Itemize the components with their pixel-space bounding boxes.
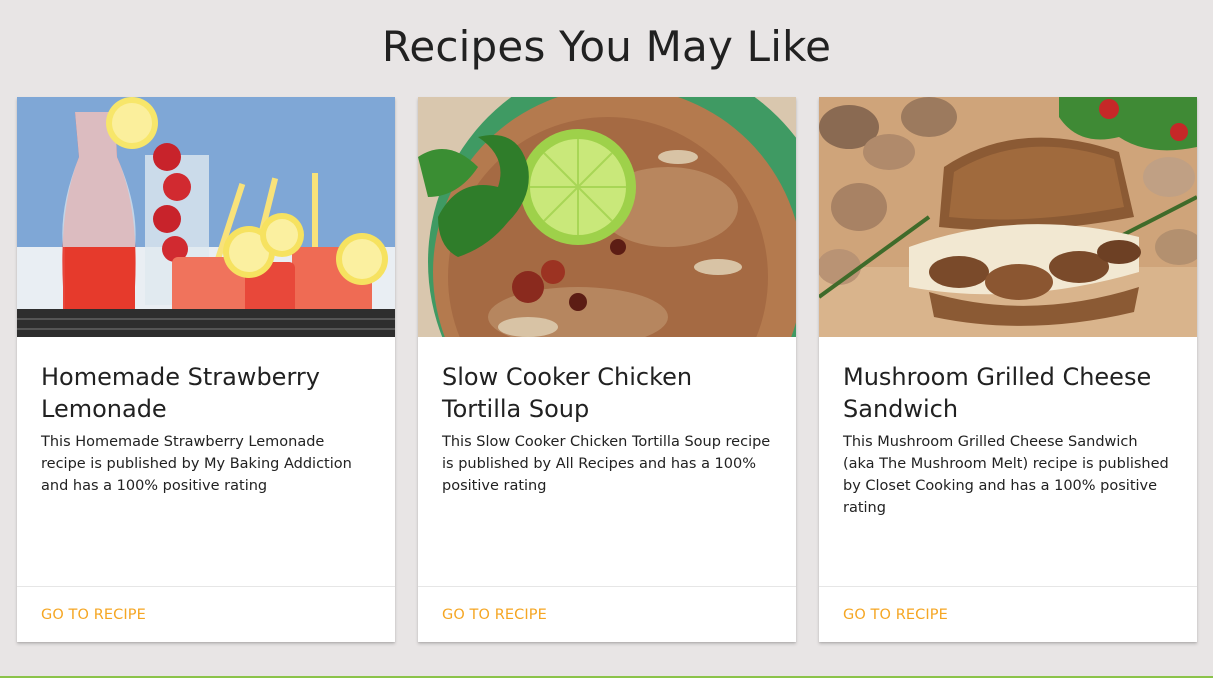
recipe-description: This Mushroom Grilled Cheese Sandwich (a… [843, 434, 1169, 516]
go-to-recipe-link[interactable]: GO TO RECIPE [41, 607, 146, 623]
recipes-page: Recipes You May Like Homemade Strawberry… [0, 0, 1213, 678]
recipe-title: Slow Cooker Chicken Tortilla Soup [442, 363, 693, 423]
card-content: Slow Cooker Chicken Tortilla Soup This S… [418, 337, 796, 497]
go-to-recipe-link[interactable]: GO TO RECIPE [442, 607, 547, 623]
go-to-recipe-link[interactable]: GO TO RECIPE [843, 607, 948, 623]
recipe-image[interactable] [819, 97, 1197, 337]
recipe-image[interactable] [418, 97, 796, 337]
recipe-description: This Slow Cooker Chicken Tortilla Soup r… [442, 434, 771, 494]
recipe-title: Mushroom Grilled Cheese Sandwich [843, 363, 1152, 423]
recipe-description: This Homemade Strawberry Lemonade recipe… [41, 434, 352, 494]
recipe-card: Mushroom Grilled Cheese Sandwich This Mu… [819, 97, 1197, 642]
card-action: GO TO RECIPE [17, 586, 395, 642]
card-content: Homemade Strawberry Lemonade This Homema… [17, 337, 395, 497]
recipe-card: Homemade Strawberry Lemonade This Homema… [17, 97, 395, 642]
card-action: GO TO RECIPE [418, 586, 796, 642]
card-content: Mushroom Grilled Cheese Sandwich This Mu… [819, 337, 1197, 519]
recipe-image[interactable] [17, 97, 395, 337]
lemonade-photo [17, 97, 395, 337]
recipe-title: Homemade Strawberry Lemonade [41, 363, 320, 423]
page-title: Recipes You May Like [381, 22, 832, 71]
recipe-card-list: Homemade Strawberry Lemonade This Homema… [17, 97, 1197, 642]
tortilla-soup-photo [418, 97, 796, 337]
recipe-card: Slow Cooker Chicken Tortilla Soup This S… [418, 97, 796, 642]
mushroom-sandwich-photo [819, 97, 1197, 337]
card-action: GO TO RECIPE [819, 586, 1197, 642]
